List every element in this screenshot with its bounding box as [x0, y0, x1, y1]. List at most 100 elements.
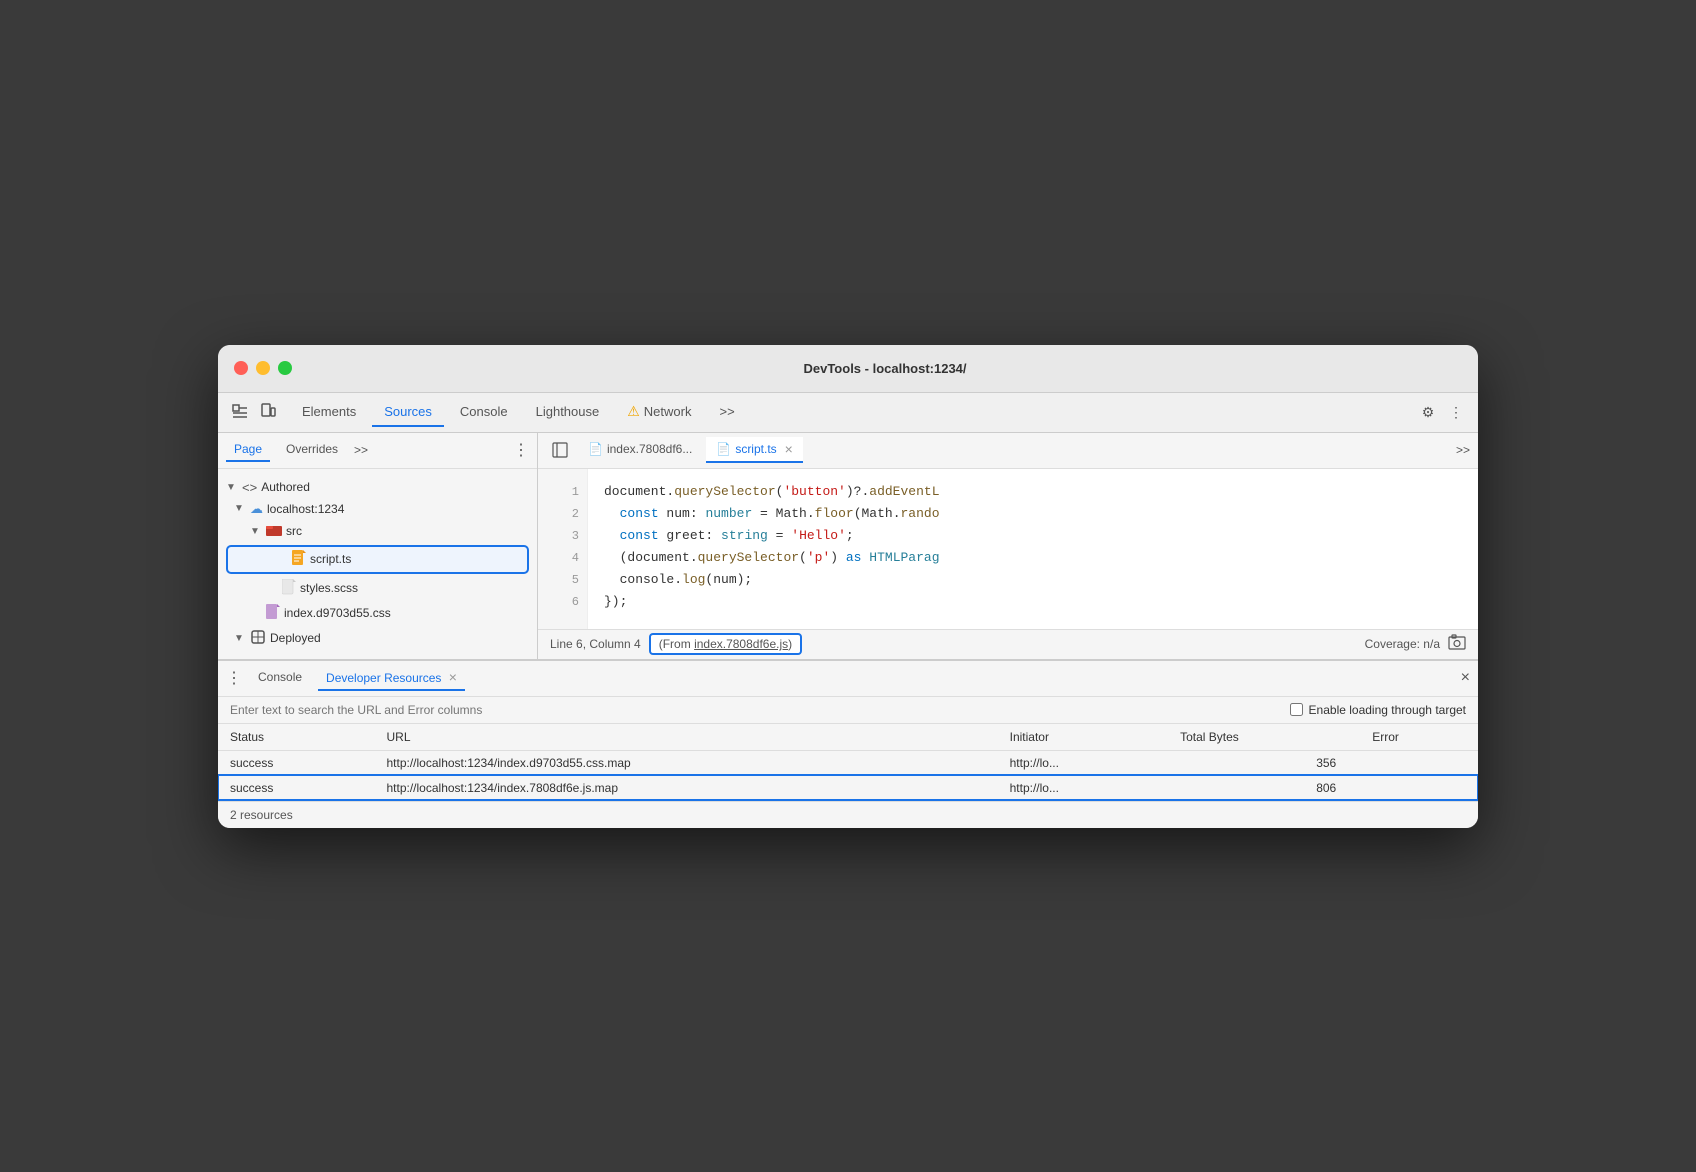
device-icon[interactable]: [258, 402, 278, 422]
toolbar-icons: [230, 402, 278, 422]
col-error: Error: [1360, 724, 1478, 751]
more-options-icon[interactable]: ⋮: [1446, 402, 1466, 422]
tab-index-js[interactable]: 📄 index.7808df6...: [578, 438, 702, 462]
tree-localhost[interactable]: ▼ ☁ localhost:1234: [218, 498, 537, 520]
cloud-icon: ☁: [250, 501, 263, 517]
cell-initiator-1: http://lo...: [998, 750, 1168, 775]
maximize-button[interactable]: [278, 361, 292, 375]
tree-src[interactable]: ▼ src: [218, 520, 537, 543]
resources-table: Status URL Initiator Total Bytes Error s…: [218, 724, 1478, 801]
panel-toolbar: Page Overrides >> ⋮: [218, 433, 537, 469]
col-status: Status: [218, 724, 375, 751]
panel-menu-button[interactable]: ⋮: [513, 440, 529, 460]
search-input[interactable]: [230, 703, 1278, 717]
developer-resources-panel: Enable loading through target Status URL…: [218, 697, 1478, 828]
code-line-4: (document.querySelector('p') as HTMLPara…: [604, 547, 1462, 569]
cell-error-2: [1360, 775, 1478, 800]
window-title: DevTools - localhost:1234/: [308, 361, 1462, 376]
editor-more-tabs[interactable]: >>: [1456, 443, 1470, 457]
tree-index-css[interactable]: index.d9703d55.css: [218, 601, 537, 626]
inspect-icon[interactable]: [230, 402, 250, 422]
folder-src-icon: [266, 523, 282, 540]
status-right: Coverage: n/a: [1365, 634, 1466, 655]
code-icon: <>: [242, 480, 257, 495]
close-dev-resources-icon[interactable]: ×: [449, 669, 457, 685]
settings-icon[interactable]: ⚙: [1418, 402, 1438, 422]
table-header-row: Status URL Initiator Total Bytes Error: [218, 724, 1478, 751]
source-map-link[interactable]: index.7808df6e.js: [694, 637, 788, 651]
close-button[interactable]: [234, 361, 248, 375]
traffic-lights: [234, 361, 292, 375]
tree-label-styles-scss: styles.scss: [300, 581, 358, 595]
tab-elements[interactable]: Elements: [290, 398, 368, 427]
code-line-1: document.querySelector('button')?.addEve…: [604, 481, 1462, 503]
editor-tabs: 📄 index.7808df6... 📄 script.ts × >>: [538, 433, 1478, 469]
tab-developer-resources[interactable]: Developer Resources ×: [318, 665, 465, 691]
cell-bytes-2: 806: [1168, 775, 1360, 800]
screenshot-icon[interactable]: [1448, 634, 1466, 655]
cell-error-1: [1360, 750, 1478, 775]
cell-initiator-2: http://lo...: [998, 775, 1168, 800]
col-url: URL: [375, 724, 998, 751]
tree-arrow-localhost: ▼: [234, 503, 246, 514]
right-panel: 📄 index.7808df6... 📄 script.ts × >> 1 2 …: [538, 433, 1478, 659]
line-numbers: 1 2 3 4 5 6: [538, 469, 588, 629]
left-panel: Page Overrides >> ⋮ ▼ <> Authored ▼ ☁ lo…: [218, 433, 538, 659]
warning-icon: ⚠: [627, 403, 640, 420]
bottom-menu-icon[interactable]: ⋮: [226, 668, 242, 688]
code-line-6: });: [604, 591, 1462, 613]
tree-label-src: src: [286, 524, 302, 538]
code-line-3: const greet: string = 'Hello';: [604, 525, 1462, 547]
status-bar: Line 6, Column 4 (From index.7808df6e.js…: [538, 629, 1478, 659]
devtools-toolbar: Elements Sources Console Lighthouse ⚠ Ne…: [218, 393, 1478, 433]
tab-network[interactable]: ⚠ Network: [615, 397, 703, 428]
tab-more[interactable]: >>: [707, 398, 746, 427]
col-initiator: Initiator: [998, 724, 1168, 751]
tab-lighthouse[interactable]: Lighthouse: [524, 398, 612, 427]
tree-arrow-deployed: ▼: [234, 633, 246, 644]
tab-sources[interactable]: Sources: [372, 398, 444, 427]
code-line-5: console.log(num);: [604, 569, 1462, 591]
tree-label-authored: Authored: [261, 480, 310, 494]
tab-console[interactable]: Console: [448, 398, 520, 427]
enable-loading-label: Enable loading through target: [1309, 703, 1466, 717]
tab-overrides[interactable]: Overrides: [278, 438, 346, 462]
resources-table-container: Status URL Initiator Total Bytes Error s…: [218, 724, 1478, 801]
tab-console-bottom[interactable]: Console: [250, 666, 310, 690]
devtools-window: DevTools - localhost:1234/ Elements Sour…: [218, 345, 1478, 828]
cell-status-2: success: [218, 775, 375, 800]
close-bottom-panel-icon[interactable]: ×: [1461, 669, 1470, 687]
file-icon-index: 📄: [588, 442, 603, 456]
table-row[interactable]: success http://localhost:1234/index.7808…: [218, 775, 1478, 800]
tab-script-ts[interactable]: 📄 script.ts ×: [706, 437, 802, 463]
file-script-icon: [292, 550, 306, 569]
title-bar: DevTools - localhost:1234/: [218, 345, 1478, 393]
cell-url-2: http://localhost:1234/index.7808df6e.js.…: [375, 775, 998, 800]
close-tab-icon[interactable]: ×: [785, 441, 793, 457]
file-index-css-icon: [266, 604, 280, 623]
minimize-button[interactable]: [256, 361, 270, 375]
panel-more[interactable]: >>: [354, 443, 368, 457]
file-styles-icon: [282, 579, 296, 598]
tree-authored[interactable]: ▼ <> Authored: [218, 477, 537, 498]
code-content[interactable]: document.querySelector('button')?.addEve…: [588, 469, 1478, 629]
toolbar-right: ⚙ ⋮: [1418, 402, 1466, 422]
tab-page[interactable]: Page: [226, 438, 270, 462]
code-line-2: const num: number = Math.floor(Math.rand…: [604, 503, 1462, 525]
table-row[interactable]: success http://localhost:1234/index.d970…: [218, 750, 1478, 775]
tree-styles-scss[interactable]: styles.scss: [218, 576, 537, 601]
enable-loading-checkbox[interactable]: [1290, 703, 1303, 716]
resources-footer: 2 resources: [218, 801, 1478, 828]
tree-label-index-css: index.d9703d55.css: [284, 606, 391, 620]
cell-url-1: http://localhost:1234/index.d9703d55.css…: [375, 750, 998, 775]
tree-deployed[interactable]: ▼ Deployed: [218, 626, 537, 651]
tree-script-ts[interactable]: script.ts: [226, 545, 529, 574]
tree-arrow-src: ▼: [250, 526, 262, 537]
editor-sidebar-toggle[interactable]: [546, 438, 574, 462]
col-total-bytes: Total Bytes: [1168, 724, 1360, 751]
cell-bytes-1: 356: [1168, 750, 1360, 775]
tree-label-localhost: localhost:1234: [267, 502, 344, 516]
coverage-info: Coverage: n/a: [1365, 637, 1440, 651]
tree-label-script-ts: script.ts: [310, 552, 351, 566]
search-row: Enable loading through target: [218, 697, 1478, 724]
